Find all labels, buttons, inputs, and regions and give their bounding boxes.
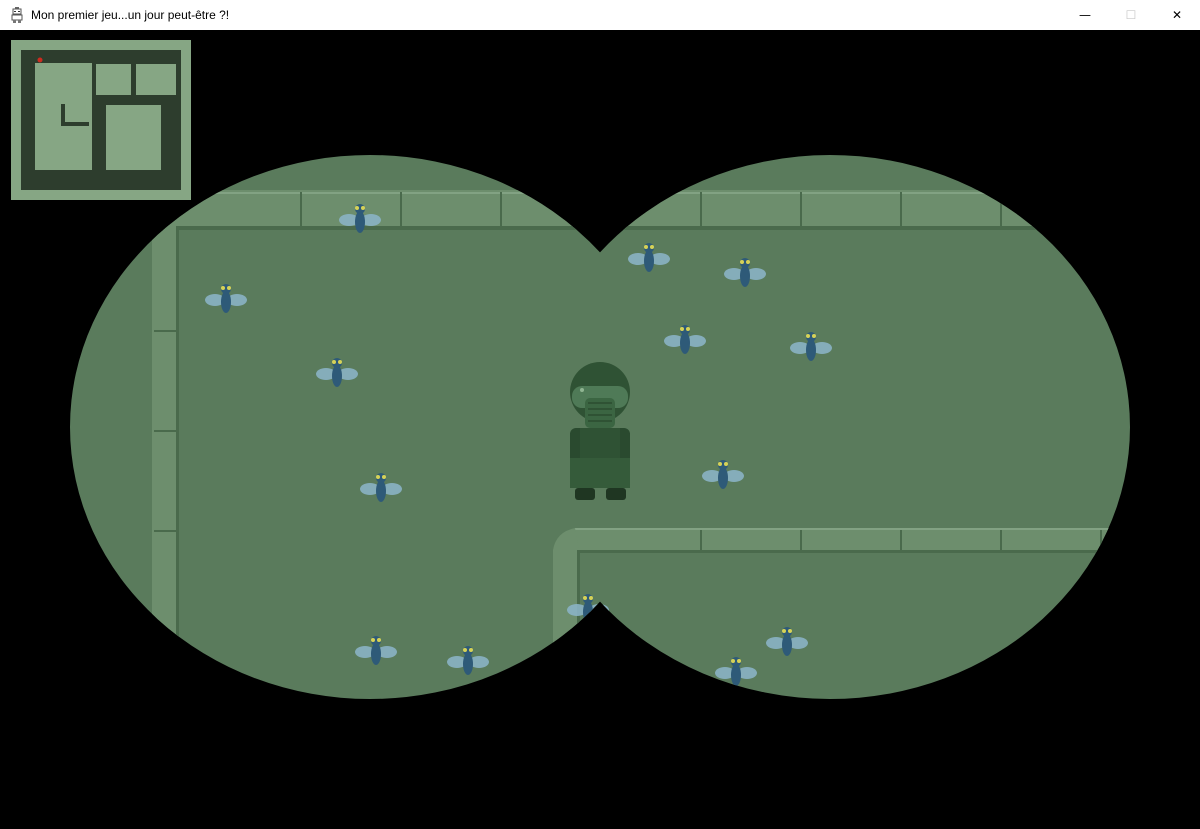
close-icon: ✕	[1171, 8, 1183, 22]
game-window: Mon premier jeu...un jour peut-être ?! —…	[0, 0, 1200, 829]
minimap-wall	[61, 122, 89, 126]
player-character	[570, 362, 630, 500]
minimap-room	[96, 64, 131, 95]
minimize-icon: —	[1079, 8, 1091, 22]
minimap-room	[106, 105, 161, 170]
maximize-icon: ☐	[1125, 8, 1137, 22]
minimize-button[interactable]: —	[1062, 0, 1108, 30]
minimap-room	[136, 64, 176, 95]
left-wall	[152, 226, 179, 646]
game-canvas[interactable]	[0, 30, 1200, 829]
window-controls: — ☐ ✕	[1062, 0, 1200, 30]
maximize-button[interactable]: ☐	[1108, 0, 1154, 30]
minimap	[11, 40, 191, 200]
window-title: Mon premier jeu...un jour peut-être ?!	[31, 8, 230, 22]
robot-app-icon	[11, 7, 23, 23]
minimap-player-dot	[37, 57, 43, 63]
close-button[interactable]: ✕	[1154, 0, 1200, 30]
title-bar[interactable]: Mon premier jeu...un jour peut-être ?! —…	[0, 0, 1200, 30]
